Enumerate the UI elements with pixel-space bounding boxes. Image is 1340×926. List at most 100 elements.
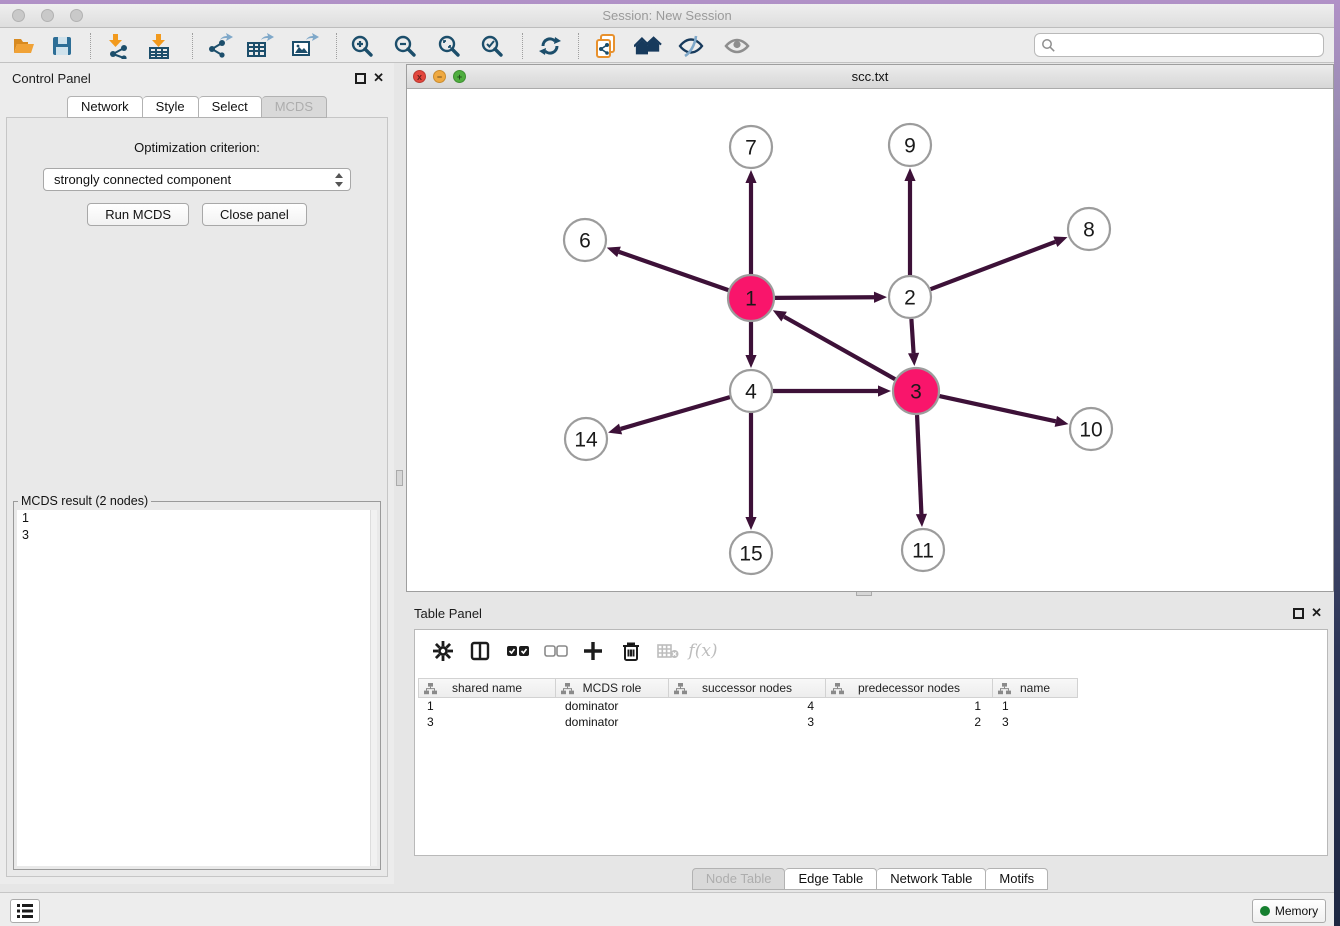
- edge-1-6[interactable]: [619, 252, 728, 290]
- main-titlebar: Session: New Session: [0, 4, 1334, 28]
- close-table-panel-icon[interactable]: ✕: [1311, 605, 1322, 621]
- tab-select[interactable]: Select: [199, 96, 262, 118]
- edge-4-14[interactable]: [621, 397, 730, 429]
- select-all-icon[interactable]: [504, 637, 532, 665]
- column-label: successor nodes: [702, 681, 792, 695]
- zoom-selected-icon[interactable]: [478, 32, 506, 60]
- mcds-result-line: 3: [17, 527, 377, 544]
- memory-button[interactable]: Memory: [1252, 899, 1326, 923]
- open-session-icon[interactable]: [10, 32, 38, 60]
- criterion-value: strongly connected component: [54, 172, 231, 187]
- floppy-icon: [50, 34, 74, 58]
- checked-boxes-icon: [506, 644, 530, 658]
- column-header-successor-nodes[interactable]: successor nodes: [669, 678, 826, 698]
- search-input[interactable]: [1061, 35, 1316, 55]
- zoom-out-icon[interactable]: [391, 32, 419, 60]
- import-network-glyph: [105, 33, 131, 59]
- table-cell[interactable]: dominator: [556, 698, 669, 714]
- import-table-icon[interactable]: [146, 32, 174, 60]
- tab-node-table[interactable]: Node Table: [692, 868, 786, 890]
- table-cell[interactable]: 3: [993, 714, 1078, 730]
- eye-glyph: [723, 33, 751, 59]
- table-cell[interactable]: 3: [418, 714, 556, 730]
- save-session-icon[interactable]: [48, 32, 76, 60]
- maximize-view-icon[interactable]: +: [453, 70, 466, 83]
- deselect-all-icon[interactable]: [542, 637, 570, 665]
- control-panel: Control Panel ✕ NetworkStyleSelectMCDS O…: [0, 63, 394, 884]
- refresh-icon[interactable]: [536, 32, 564, 60]
- scrollbar[interactable]: [370, 510, 377, 866]
- table-cell[interactable]: 3: [669, 714, 826, 730]
- close-panel-icon[interactable]: ✕: [373, 70, 384, 86]
- chevron-updown-icon: [334, 172, 344, 188]
- tab-mcds[interactable]: MCDS: [262, 96, 327, 118]
- minimize-view-icon[interactable]: −: [433, 70, 446, 83]
- delete-table-icon[interactable]: [654, 637, 682, 665]
- run-mcds-button[interactable]: Run MCDS: [87, 203, 189, 226]
- hierarchy-icon: [561, 683, 574, 695]
- edge-3-11[interactable]: [917, 415, 921, 514]
- column-header-name[interactable]: name: [993, 678, 1078, 698]
- hide-graphics-icon[interactable]: [677, 32, 705, 60]
- column-header-MCDS-role[interactable]: MCDS role: [556, 678, 669, 698]
- table-row[interactable]: 3dominator323: [418, 714, 1078, 730]
- node-label-11: 11: [912, 540, 934, 563]
- minimize-window-icon[interactable]: [41, 9, 54, 22]
- search-field[interactable]: [1034, 33, 1324, 57]
- zoom-fit-icon[interactable]: [435, 32, 463, 60]
- tab-network-table[interactable]: Network Table: [877, 868, 986, 890]
- network-canvas[interactable]: 7968124314101511: [407, 89, 1333, 591]
- mcds-result-lines: 13: [17, 510, 377, 544]
- table-cell[interactable]: 1: [418, 698, 556, 714]
- show-column-icon[interactable]: [466, 637, 494, 665]
- table-cell[interactable]: dominator: [556, 714, 669, 730]
- table-cell[interactable]: 1: [993, 698, 1078, 714]
- network-title: scc.txt: [407, 65, 1333, 88]
- delete-row-icon[interactable]: [617, 637, 645, 665]
- edge-2-8[interactable]: [931, 242, 1056, 289]
- table-row[interactable]: 1dominator411: [418, 698, 1078, 714]
- toolbar-separator: [90, 33, 91, 59]
- float-panel-icon[interactable]: [355, 73, 366, 84]
- float-table-panel-icon[interactable]: [1293, 608, 1304, 619]
- maximize-window-icon[interactable]: [70, 9, 83, 22]
- tab-edge-table[interactable]: Edge Table: [785, 868, 877, 890]
- export-network-icon[interactable]: [206, 32, 234, 60]
- function-builder-icon[interactable]: f(x): [689, 637, 717, 665]
- arrowhead-2-3: [908, 353, 919, 366]
- copy-network-icon[interactable]: [592, 32, 620, 60]
- node-label-4: 4: [745, 381, 757, 404]
- table-cell[interactable]: 4: [669, 698, 826, 714]
- export-image-icon[interactable]: [291, 32, 319, 60]
- edge-2-3[interactable]: [911, 319, 913, 353]
- edge-1-2[interactable]: [775, 297, 874, 298]
- houses-glyph: [634, 34, 662, 58]
- column-header-predecessor-nodes[interactable]: predecessor nodes: [826, 678, 993, 698]
- close-view-icon[interactable]: x: [413, 70, 426, 83]
- add-row-icon[interactable]: [579, 637, 607, 665]
- network-graph: 7968124314101511: [407, 89, 1333, 591]
- splitter-grip-vertical[interactable]: [396, 470, 403, 486]
- mcds-result-text[interactable]: 13: [17, 510, 377, 866]
- control-panel-title: Control Panel: [12, 71, 91, 86]
- column-header-shared-name[interactable]: shared name: [418, 678, 556, 698]
- table-options-icon[interactable]: [429, 637, 457, 665]
- close-panel-button[interactable]: Close panel: [202, 203, 307, 226]
- export-table-icon[interactable]: [246, 32, 274, 60]
- home-layout-icon[interactable]: [634, 32, 662, 60]
- table-cell[interactable]: 2: [826, 714, 993, 730]
- table-tabs: Node TableEdge TableNetwork TableMotifs: [406, 868, 1334, 890]
- tab-network[interactable]: Network: [67, 96, 143, 118]
- criterion-dropdown[interactable]: strongly connected component: [43, 168, 351, 191]
- tab-motifs[interactable]: Motifs: [986, 868, 1048, 890]
- show-graphics-icon[interactable]: [723, 32, 751, 60]
- zoom-in-icon[interactable]: [348, 32, 376, 60]
- task-history-button[interactable]: [10, 899, 40, 923]
- close-window-icon[interactable]: [12, 9, 25, 22]
- import-network-icon[interactable]: [104, 32, 132, 60]
- zoom-fit-glyph: [436, 33, 462, 59]
- table-cell[interactable]: 1: [826, 698, 993, 714]
- edge-3-10[interactable]: [939, 396, 1055, 421]
- tab-style[interactable]: Style: [143, 96, 199, 118]
- edge-3-1[interactable]: [784, 317, 895, 380]
